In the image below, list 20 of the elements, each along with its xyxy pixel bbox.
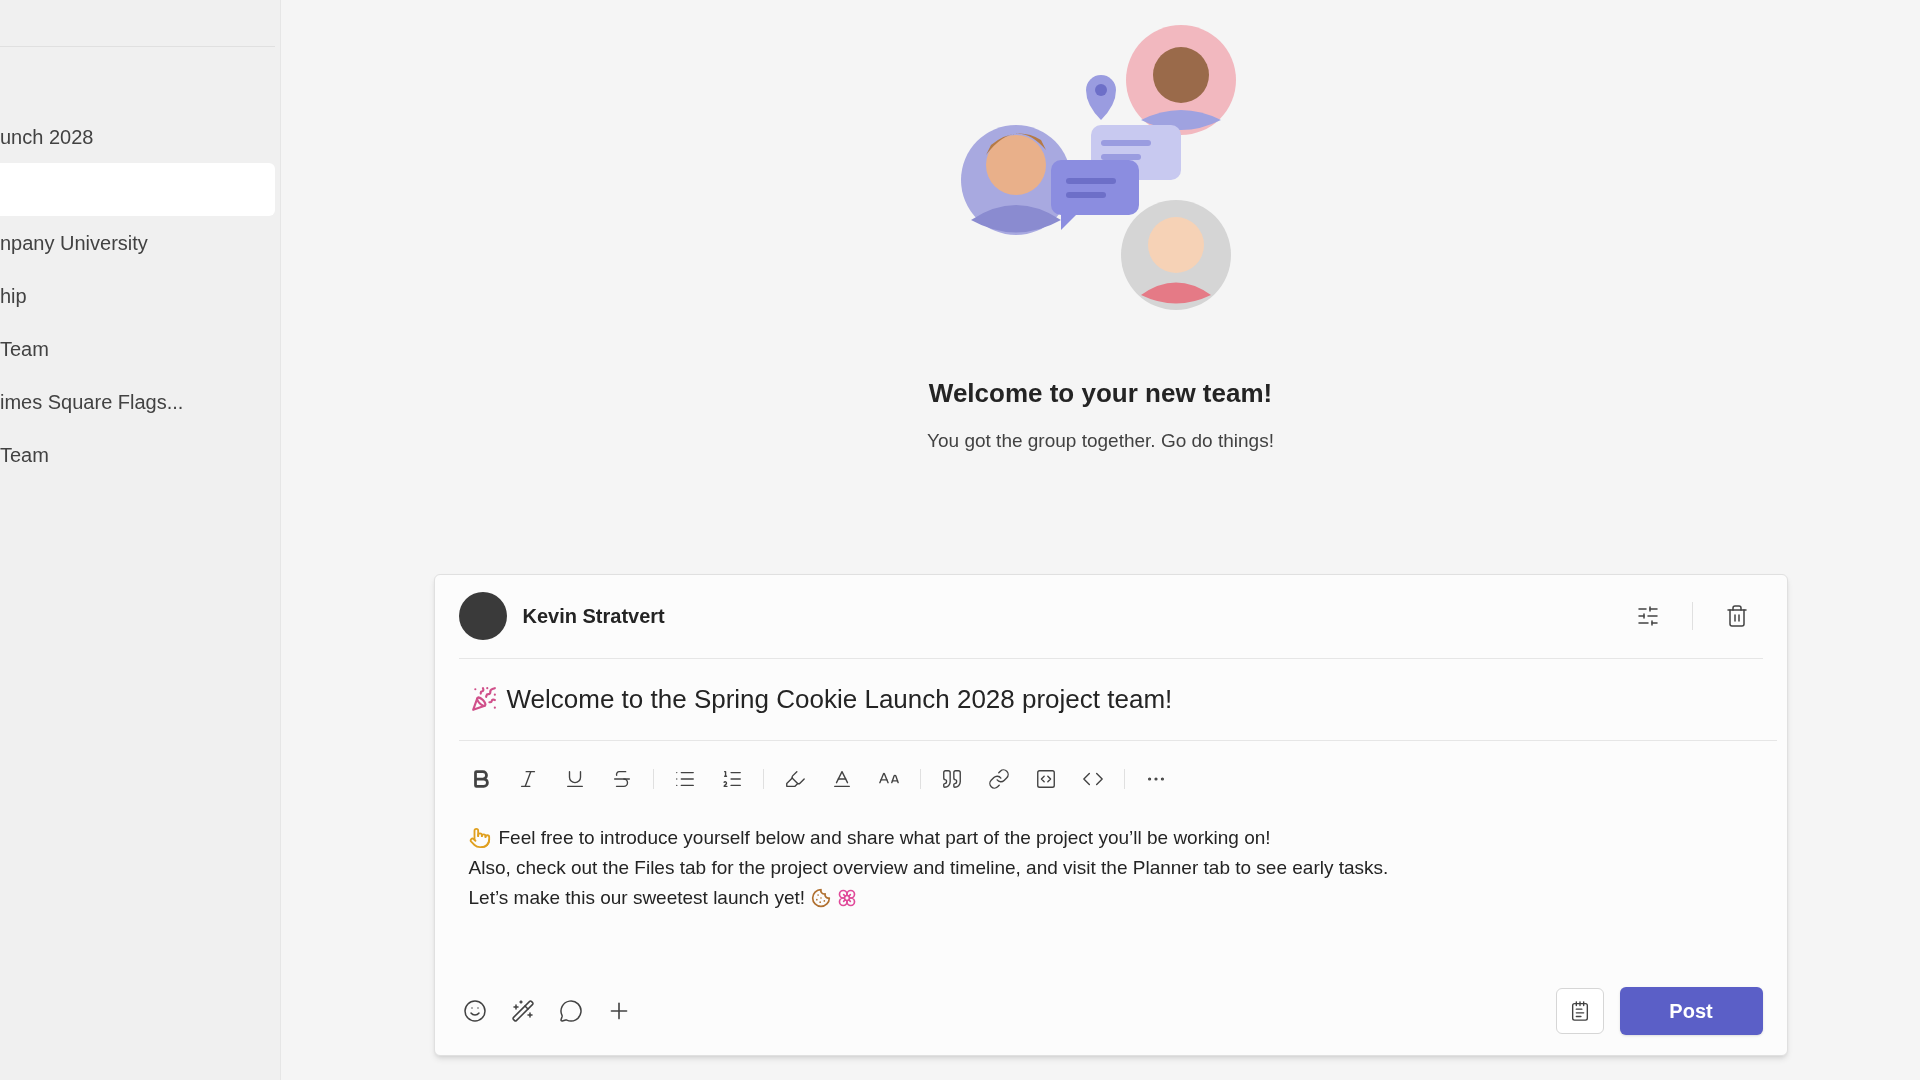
team-item[interactable]: Team xyxy=(0,322,275,375)
avatar xyxy=(458,592,507,640)
team-item[interactable]: imes Square Flags... xyxy=(0,375,275,428)
body-line: Also, check out the Files tab for the project overview and timeline, and visit the Planner tab to see early tasks. xyxy=(468,855,1390,880)
flower-icon xyxy=(837,887,858,908)
subject-field[interactable]: Welcome to the Spring Cookie Launch 2028 project team! xyxy=(506,679,1173,719)
author-name: Kevin Stratvert xyxy=(522,604,666,629)
welcome-subtitle: You got the group together. Go do things! xyxy=(927,429,1274,453)
body-line: Let’s make this our sweetest launch yet! xyxy=(468,885,806,910)
party-popper-icon xyxy=(470,686,497,712)
team-item[interactable]: Team xyxy=(0,428,275,481)
format-button[interactable] xyxy=(1555,987,1604,1034)
welcome-title: Welcome to your new team! xyxy=(928,377,1273,410)
team-item[interactable]: npany University xyxy=(0,216,275,269)
body-line: Feel free to introduce yourself below and share what part of the project you’ll be working on! xyxy=(498,825,1271,850)
team-item[interactable]: unch 2028 xyxy=(0,110,275,163)
pointing-hand-icon xyxy=(468,826,491,849)
cookie-icon xyxy=(811,887,832,908)
team-item[interactable]: hip xyxy=(0,269,275,322)
post-button[interactable]: Post xyxy=(1619,986,1763,1035)
